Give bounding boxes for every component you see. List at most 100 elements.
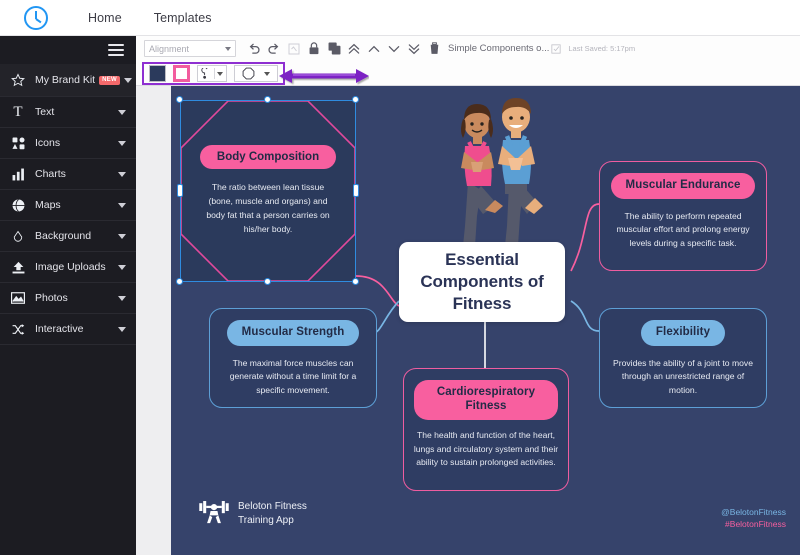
illustration-yoga-couple bbox=[423, 86, 563, 258]
shape-picker[interactable] bbox=[234, 65, 278, 82]
node-flexibility[interactable]: Flexibility Provides the ability of a jo… bbox=[599, 308, 767, 408]
send-to-back-icon[interactable] bbox=[404, 39, 424, 59]
trash-icon[interactable] bbox=[424, 39, 444, 59]
sidebar-item-maps[interactable]: Maps bbox=[0, 190, 136, 220]
chevron-down-icon[interactable] bbox=[118, 326, 126, 332]
bar-chart-icon bbox=[8, 168, 28, 181]
sidebar-label-photos: Photos bbox=[35, 292, 68, 304]
chevron-down-icon[interactable] bbox=[118, 295, 126, 301]
crop-icon bbox=[284, 39, 304, 59]
globe-icon bbox=[8, 198, 28, 212]
node-desc-muscular-endurance: The ability to perform repeated muscular… bbox=[616, 210, 750, 249]
app-logo[interactable] bbox=[0, 5, 72, 30]
sidebar-item-my-brand-kit[interactable]: My Brand Kit NEW bbox=[0, 64, 136, 96]
redo-icon[interactable] bbox=[264, 39, 284, 59]
sidebar-label-charts: Charts bbox=[35, 168, 66, 180]
sidebar-label-icons: Icons bbox=[35, 137, 61, 149]
shuffle-icon bbox=[8, 323, 28, 336]
sidebar-header bbox=[0, 36, 136, 64]
sidebar-item-photos[interactable]: Photos bbox=[0, 283, 136, 313]
canvas-vertical-scrollbar[interactable] bbox=[795, 86, 800, 555]
visme-logo-icon bbox=[24, 5, 48, 30]
alignment-select[interactable]: Alignment bbox=[144, 40, 236, 57]
sidebar-label-my-brand-kit: My Brand Kit bbox=[35, 74, 96, 86]
sidebar-label-interactive: Interactive bbox=[35, 323, 84, 335]
sidebar-item-charts[interactable]: Charts bbox=[0, 159, 136, 189]
brush-tool[interactable] bbox=[197, 65, 227, 82]
star-icon bbox=[8, 73, 28, 87]
chevron-down-icon[interactable] bbox=[118, 264, 126, 270]
sidebar-item-image-uploads[interactable]: Image Uploads bbox=[0, 252, 136, 282]
resize-handle-left[interactable] bbox=[177, 184, 183, 197]
node-title-flexibility: Flexibility bbox=[640, 320, 726, 346]
chevron-down-icon[interactable] bbox=[118, 171, 126, 177]
resize-handle-tr[interactable] bbox=[352, 96, 359, 103]
duplicate-icon[interactable] bbox=[324, 39, 344, 59]
canvas-social-handles: @BelotonFitness #BelotonFitness bbox=[721, 506, 786, 531]
resize-handle-right[interactable] bbox=[353, 184, 359, 197]
top-navigation-bar: Home Templates bbox=[0, 0, 800, 36]
sidebar-item-icons[interactable]: Icons bbox=[0, 128, 136, 158]
hamburger-icon[interactable] bbox=[108, 44, 124, 56]
brand-name: Beloton Fitness Training App bbox=[238, 500, 307, 526]
alignment-select-value: Alignment bbox=[149, 43, 190, 54]
sidebar-label-text: Text bbox=[35, 106, 55, 118]
icons-grid-icon bbox=[8, 136, 28, 150]
resize-handle-top[interactable] bbox=[264, 96, 271, 103]
bring-to-front-icon[interactable] bbox=[344, 39, 364, 59]
chevron-down-icon[interactable] bbox=[264, 71, 271, 76]
undo-icon[interactable] bbox=[244, 39, 264, 59]
sidebar-item-background[interactable]: Background bbox=[0, 221, 136, 251]
canvas-brand-footer: Beloton Fitness Training App bbox=[199, 498, 307, 529]
node-center-title: Essential Components of Fitness bbox=[420, 250, 544, 313]
sidebar-label-image-uploads: Image Uploads bbox=[35, 261, 106, 273]
brand-line-1: Beloton Fitness bbox=[238, 501, 307, 513]
chevron-down-icon[interactable] bbox=[118, 233, 126, 239]
document-title[interactable]: Simple Components o... bbox=[448, 43, 549, 54]
weightlifter-icon bbox=[199, 498, 229, 529]
bring-forward-icon[interactable] bbox=[364, 39, 384, 59]
sidebar-label-maps: Maps bbox=[35, 199, 61, 211]
sidebar-item-interactive[interactable]: Interactive bbox=[0, 314, 136, 344]
resize-handle-bl[interactable] bbox=[176, 278, 183, 285]
photo-icon bbox=[8, 292, 28, 304]
toolbar-row-primary: Alignment Simple Components o... Last Sa… bbox=[136, 36, 800, 61]
resize-handle-tl[interactable] bbox=[176, 96, 183, 103]
chevron-down-icon[interactable] bbox=[118, 140, 126, 146]
upload-icon bbox=[8, 261, 28, 274]
node-center-essential-components[interactable]: Essential Components of Fitness bbox=[399, 242, 565, 322]
node-cardiorespiratory-fitness[interactable]: Cardiorespiratory Fitness The health and… bbox=[403, 368, 569, 491]
resize-handle-br[interactable] bbox=[352, 278, 359, 285]
canvas-content: Body Composition The ratio between lean … bbox=[171, 86, 800, 555]
social-handle: @BelotonFitness bbox=[721, 507, 786, 517]
chevron-down-icon[interactable] bbox=[124, 77, 133, 83]
sidebar-label-background: Background bbox=[35, 230, 92, 242]
status-badge-new: NEW bbox=[99, 75, 121, 85]
brand-line-2: Training App bbox=[238, 514, 294, 526]
nav-home[interactable]: Home bbox=[72, 11, 138, 25]
chevron-down-icon[interactable] bbox=[118, 109, 126, 115]
resize-handle-bottom[interactable] bbox=[264, 278, 271, 285]
node-muscular-strength[interactable]: Muscular Strength The maximal force musc… bbox=[209, 308, 377, 408]
toolbar-row-style bbox=[136, 61, 800, 86]
text-icon: T bbox=[13, 103, 23, 120]
stroke-color-swatch[interactable] bbox=[173, 65, 190, 82]
chevron-down-icon bbox=[225, 46, 231, 51]
design-canvas[interactable]: Body Composition The ratio between lean … bbox=[171, 86, 800, 555]
selection-frame bbox=[180, 100, 356, 282]
sidebar-item-text[interactable]: T Text bbox=[0, 97, 136, 127]
node-title-muscular-strength: Muscular Strength bbox=[226, 320, 360, 346]
chevron-down-icon[interactable] bbox=[118, 202, 126, 208]
rename-icon[interactable] bbox=[549, 39, 563, 59]
editor-toolbar: Alignment Simple Components o... Last Sa… bbox=[136, 36, 800, 86]
fill-color-swatch[interactable] bbox=[149, 65, 166, 82]
droplet-icon bbox=[8, 230, 28, 243]
send-backward-icon[interactable] bbox=[384, 39, 404, 59]
chevron-down-icon[interactable] bbox=[217, 71, 223, 76]
lock-icon[interactable] bbox=[304, 39, 324, 59]
nav-templates[interactable]: Templates bbox=[138, 11, 228, 25]
node-muscular-endurance[interactable]: Muscular Endurance The ability to perfor… bbox=[599, 161, 767, 271]
node-title-cardiorespiratory-fitness: Cardiorespiratory Fitness bbox=[414, 380, 558, 420]
style-tools-group bbox=[142, 62, 285, 85]
node-title-muscular-endurance: Muscular Endurance bbox=[610, 173, 756, 199]
